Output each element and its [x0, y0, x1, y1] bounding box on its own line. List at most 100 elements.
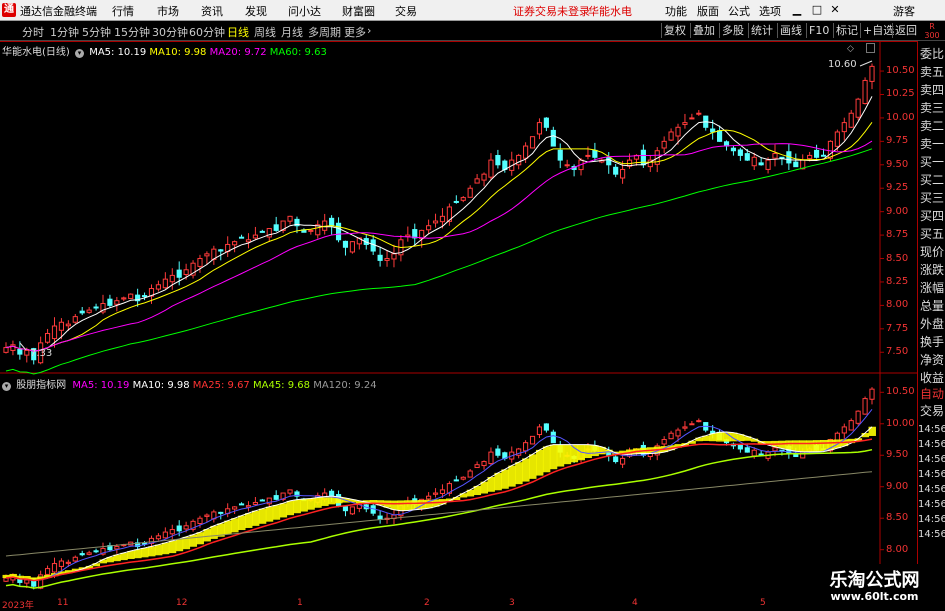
quote-field-label: 现价 — [919, 245, 944, 259]
toolbar-btn[interactable]: 标记 — [833, 23, 860, 38]
toolbar-btn[interactable]: 叠加 — [690, 23, 717, 38]
guest-label[interactable]: 游客 — [893, 3, 915, 19]
period-tab[interactable]: 分时 — [22, 24, 44, 40]
toolbar-btn[interactable]: F10 — [806, 23, 831, 38]
candle-body — [197, 517, 203, 525]
period-tab[interactable]: 周线 — [254, 24, 276, 40]
candle-body — [238, 236, 245, 239]
login-notice[interactable]: 证券交易未登录 — [513, 3, 590, 19]
candle-body — [426, 495, 432, 500]
candle-body — [79, 310, 85, 314]
period-tab[interactable]: 15分钟 — [114, 24, 150, 40]
dropdown-icon[interactable]: ▾ — [2, 382, 11, 391]
indicator-bar — [404, 500, 412, 511]
indicator-bar — [806, 440, 814, 452]
minimize-icon[interactable]: ▁ — [788, 2, 806, 18]
indicator-bar — [231, 518, 239, 533]
menu-bar: 通 通达信金融终端 行情 市场 资讯 发现 问小达 财富圈 交易 证券交易未登录… — [0, 0, 945, 21]
quote-field-label: 买一 — [919, 155, 944, 169]
menu-item[interactable]: 行情 — [112, 3, 134, 19]
menu-right-item[interactable]: 公式 — [728, 3, 750, 19]
tick-time: 14:56 — [918, 514, 945, 525]
candle-body — [183, 525, 189, 530]
indicator-bar — [189, 534, 198, 547]
stock-name: 华能水电 — [588, 5, 632, 18]
x-tick-label: 2023年 — [2, 601, 34, 611]
candle-body — [689, 423, 695, 426]
candle-body — [564, 164, 570, 167]
ma-label: MA120: 9.24 — [313, 380, 377, 391]
candle-body — [349, 506, 355, 515]
indicator-bar — [418, 499, 426, 510]
menu-right-item[interactable]: 版面 — [697, 3, 719, 19]
candle-body — [550, 431, 556, 444]
period-tab-more[interactable]: 更多 — [344, 24, 366, 40]
auto-label[interactable]: 自动 — [918, 385, 945, 402]
period-tab[interactable]: 5分钟 — [82, 24, 111, 40]
toolbar-btn[interactable]: 统计 — [748, 23, 775, 38]
panel-square-icon[interactable] — [866, 43, 875, 53]
candle-body — [523, 145, 529, 159]
indicator-bar — [293, 499, 301, 514]
menu-item[interactable]: 交易 — [395, 3, 417, 19]
quote-field-label: 卖一 — [919, 137, 944, 151]
menu-item[interactable]: 财富圈 — [342, 3, 375, 19]
trade-label[interactable]: 交易 — [918, 402, 945, 419]
menu-right-item[interactable]: 功能 — [665, 3, 687, 19]
period-tab[interactable]: 60分钟 — [189, 24, 225, 40]
candle-body — [696, 112, 702, 115]
menu-item[interactable]: 问小达 — [288, 3, 321, 19]
menu-item[interactable]: 市场 — [157, 3, 179, 19]
indicator-bar — [716, 432, 724, 442]
kline-chart-area[interactable] — [0, 41, 917, 598]
candle-body — [176, 269, 182, 278]
x-tick-label: 4 — [632, 598, 638, 608]
candle-body — [710, 128, 716, 133]
candle-body — [273, 224, 279, 231]
tick-time: 14:56 — [918, 454, 945, 465]
period-tab[interactable]: 月线 — [281, 24, 303, 40]
indicator-bar — [134, 549, 142, 559]
candle-body — [675, 126, 681, 137]
sub-ma45-line — [5, 448, 873, 589]
y-tick-label: 10.25 — [886, 88, 915, 100]
candle-body — [218, 249, 224, 252]
candle-body — [488, 159, 494, 178]
candle-body — [557, 149, 563, 161]
toolbar-btn[interactable]: +自选 — [860, 23, 896, 38]
period-tab[interactable]: 1分钟 — [50, 24, 79, 40]
period-tab-active[interactable]: 日线 — [227, 24, 249, 40]
toolbar-btn[interactable]: 多股 — [719, 23, 746, 38]
sub-ma25-line — [5, 438, 873, 582]
indicator-bar — [549, 444, 558, 470]
candle-body — [807, 154, 813, 160]
candle-body — [439, 215, 446, 223]
period-tab[interactable]: 多周期 — [308, 24, 341, 40]
period-tab[interactable]: 30分钟 — [152, 24, 188, 40]
menu-right-item[interactable]: 选项 — [759, 3, 781, 19]
indicator-bar — [584, 444, 592, 459]
indicator-bar — [245, 513, 253, 528]
quote-field-label: 买五 — [919, 227, 944, 241]
menu-item[interactable]: 发现 — [245, 3, 267, 19]
toolbar-btn[interactable]: 复权 — [661, 23, 688, 38]
x-tick-label: 5 — [760, 598, 766, 608]
candle-body — [162, 278, 168, 289]
indicator-bar — [563, 444, 572, 465]
tick-time: 14:56 — [918, 424, 945, 435]
toolbar-btn[interactable]: 画线 — [777, 23, 804, 38]
close-icon[interactable]: ✕ — [826, 2, 844, 18]
tick-time: 14:56 — [918, 469, 945, 480]
maximize-icon[interactable]: □ — [808, 2, 826, 18]
candle-body — [453, 200, 459, 203]
menu-item[interactable]: 资讯 — [201, 3, 223, 19]
candle-body — [592, 149, 598, 158]
dropdown-icon[interactable]: ▾ — [75, 49, 84, 58]
diamond-icon[interactable]: ◇ — [847, 44, 854, 54]
y-tick-label: 10.50 — [886, 386, 915, 398]
app-logo-icon: 通 — [2, 3, 16, 17]
toolbar-btn[interactable]: 返回 — [892, 23, 919, 38]
chevron-right-icon[interactable]: › — [367, 24, 371, 37]
indicator-bar — [168, 540, 177, 554]
ma-label: MA60: 9.63 — [269, 47, 327, 58]
